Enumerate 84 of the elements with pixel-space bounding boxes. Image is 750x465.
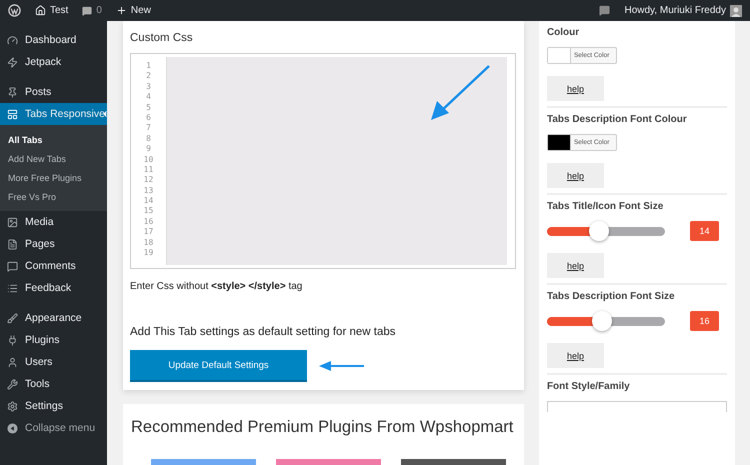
menu-item[interactable]: Users [0,351,107,373]
plugin-thumbnail[interactable] [401,459,506,465]
section-title: Custom Css [130,32,194,44]
greeting-link[interactable]: Howdy, Muriuki Freddy [624,5,726,16]
site-name-link[interactable]: Test [50,5,68,16]
image-icon [7,216,18,228]
page-icon [7,238,18,250]
menu-item[interactable]: Appearance [0,307,107,329]
settings-icon [7,400,18,412]
brush-icon [7,312,18,324]
line-number: 13 [144,186,154,196]
line-number: 6 [146,112,151,124]
menu-item[interactable]: Jetpack [0,51,107,73]
line-number: 18 [144,238,154,248]
submenu-item[interactable]: More Free Plugins [0,168,107,187]
setting-title: Tabs Title/Icon Font Size [546,201,664,212]
slider-value: 14 [690,221,719,241]
collapse-icon [7,422,18,434]
menu-item[interactable]: Comments [0,255,107,277]
submenu-item[interactable]: All Tabs [0,130,107,149]
line-number: 1 [146,61,151,72]
dashboard-icon [7,34,18,46]
new-link[interactable]: New [130,5,151,16]
menu-item[interactable]: Pages [0,233,107,255]
line-number: 12 [144,175,154,186]
line-number: 7 [146,123,151,134]
user-icon [7,356,18,368]
list-icon [7,282,18,294]
line-number: 19 [144,248,154,258]
lightning-icon [7,56,18,68]
menu-item[interactable]: Feedback [0,277,107,299]
pin-icon [7,86,18,98]
font-select[interactable] [546,401,727,412]
menu-item[interactable]: Media [0,211,107,233]
menu-item[interactable]: Plugins [0,329,107,351]
line-number: 5 [146,102,151,113]
submenu-item[interactable]: Free Vs Pro [0,187,107,206]
help-link[interactable]: help [546,253,604,278]
wordpress-logo-icon[interactable] [8,4,21,17]
comment-icon[interactable] [82,6,92,16]
plugin-thumbnail[interactable] [276,459,381,465]
setting-title: Tabs Description Font Colour [546,114,688,125]
arrow-annotation [319,360,365,372]
line-number: 11 [144,164,154,176]
comment-icon [7,260,18,272]
line-number: 16 [144,216,154,228]
menu-item[interactable]: Tabs Responsive [0,103,107,125]
avatar-icon[interactable] [730,4,742,16]
setting-title: Colour [546,27,580,38]
line-number: 2 [146,71,151,82]
comment-count: 0 [96,5,102,16]
menu-item[interactable]: Settings [0,395,107,417]
submenu-item[interactable]: Add New Tabs [0,149,107,168]
line-number: 9 [146,144,151,155]
help-link[interactable]: help [546,76,604,101]
tabs-icon [7,108,18,120]
line-number: 15 [144,206,154,217]
menu-item[interactable]: Posts [0,81,107,103]
help-link[interactable]: help [546,343,604,368]
menu-item[interactable]: Tools [0,373,107,395]
menu-item[interactable]: Dashboard [0,29,107,51]
line-number: 8 [146,134,151,144]
editor-hint: Enter Css without <style> </style> tag [130,281,304,292]
setting-title: Tabs Description Font Size [546,291,676,302]
line-number: 14 [144,196,154,206]
home-icon[interactable] [35,5,46,16]
line-number: 4 [146,92,151,103]
update-default-settings-button[interactable]: Update Default Settings [130,350,307,382]
slider-value: 16 [690,311,719,331]
chat-icon[interactable] [599,5,610,16]
default-setting-label: Add This Tab settings as default setting for new tabs [130,326,397,338]
plug-icon [7,334,18,346]
recommended-title: Recommended Premium Plugins From Wpshopmart [131,418,514,437]
collapse-menu-button[interactable]: Collapse menu [0,417,107,439]
line-number: 17 [144,227,154,238]
line-number: 3 [146,82,151,92]
wrench-icon [7,378,18,390]
line-number: 10 [144,154,154,165]
plus-icon[interactable] [116,5,127,16]
plugin-thumbnail[interactable] [151,459,256,465]
help-link[interactable]: help [546,163,604,188]
slider-thumb[interactable] [592,311,612,331]
slider-thumb[interactable] [588,221,609,241]
setting-title: Font Style/Family [546,381,631,392]
